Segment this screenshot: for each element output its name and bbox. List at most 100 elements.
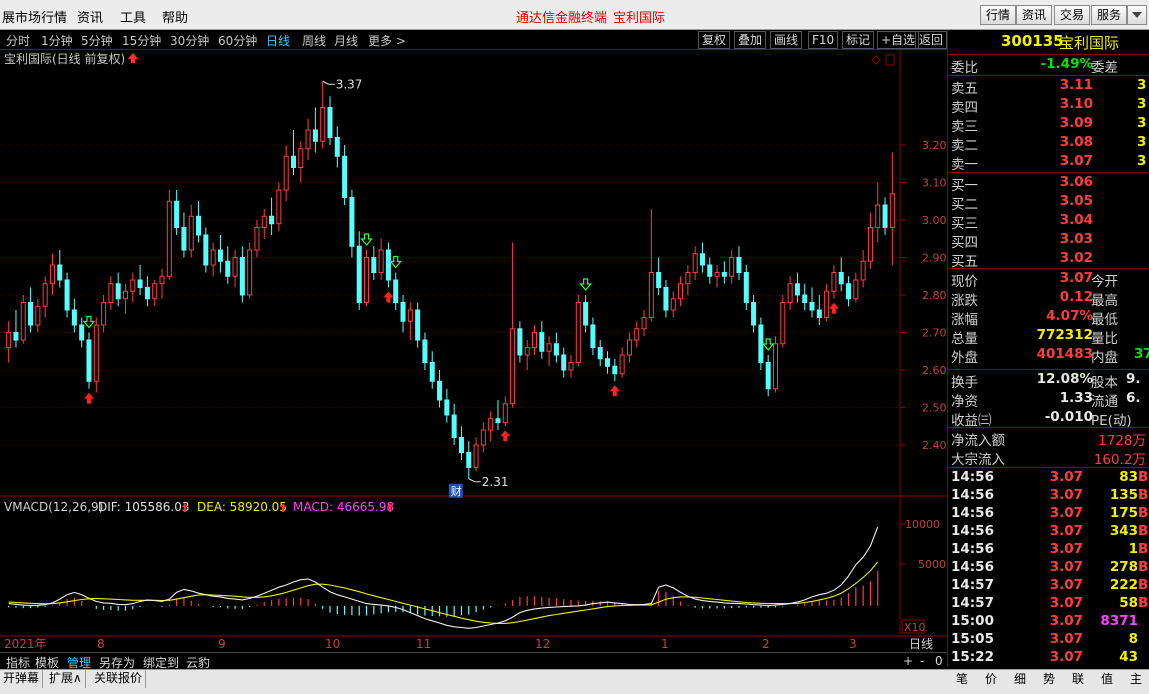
zoom-reset-button[interactable]: 0 [935, 654, 943, 668]
stat2-label-2: 流通 [1091, 394, 1118, 410]
expand-button[interactable]: 扩展∧ [46, 670, 86, 688]
quote-tab[interactable]: 细 [1008, 670, 1032, 687]
menu-info[interactable]: 资讯 [77, 7, 103, 26]
period-30min[interactable]: 30分钟 [170, 32, 209, 49]
stat-label-2: 内盘 [1091, 350, 1118, 366]
draw-button[interactable]: 画线 [770, 31, 803, 49]
date-label-year: 2021年 [4, 637, 47, 651]
bid-label: 买一 [951, 178, 978, 194]
date-label-sep: 9 [218, 637, 226, 651]
stat-row: 涨幅 4.07% 最低 [948, 308, 1149, 328]
menu-help[interactable]: 帮助 [162, 7, 188, 26]
period-60min[interactable]: 60分钟 [218, 32, 257, 49]
danmaku-button[interactable]: 开弹幕 [0, 670, 44, 688]
quote-tabs: 笔价细势联值主 [947, 670, 1149, 688]
bid-row[interactable]: 买三 3.04 [948, 212, 1149, 232]
macd-name: VMACD(12,26,9) [4, 500, 103, 514]
quote-tab[interactable]: 主 [1124, 670, 1148, 687]
candle [247, 242, 253, 299]
macd-tick-5000: 5000 [918, 558, 946, 571]
menubar: 展市场行情 资讯 工具 帮助 通达信金融终端 宝利国际 行情 资讯 交易 服务 [0, 0, 1149, 30]
ask-row[interactable]: 卖一 3.07 3 [948, 153, 1149, 173]
tick-price: 3.07 [1049, 523, 1083, 539]
ask-label: 卖五 [951, 81, 978, 97]
candle [575, 295, 581, 367]
high-label: 3.37 [336, 77, 363, 91]
zoom-out-button[interactable]: - [920, 654, 924, 668]
adjust-button[interactable]: 复权 [698, 31, 731, 49]
ask-label: 卖三 [951, 119, 978, 135]
quote-tab[interactable]: 价 [979, 670, 1003, 687]
stat-value: 4.07% [1046, 308, 1093, 324]
stat-label: 现价 [951, 274, 978, 290]
back-button[interactable]: 返回 [915, 31, 947, 49]
tick-side: B [1138, 541, 1149, 557]
quote-button[interactable]: 行情 [980, 5, 1017, 25]
overlay-button[interactable]: 叠加 [734, 31, 767, 49]
quote-tab[interactable]: 值 [1095, 670, 1119, 687]
quote-tab[interactable]: 联 [1066, 670, 1090, 687]
period-daily[interactable]: 日线 [266, 32, 290, 49]
date-label-mar: 3 [849, 637, 857, 651]
candle [20, 295, 26, 344]
macd-tick-10000: 10000 [905, 518, 940, 531]
period-tick[interactable]: 分时 [6, 32, 30, 49]
stat-row: 总量 772312 量比 [948, 327, 1149, 347]
ask-row[interactable]: 卖三 3.09 3 [948, 115, 1149, 135]
bid-label: 买二 [951, 197, 978, 213]
stat-label-2: 最高 [1091, 293, 1118, 309]
period-monthly[interactable]: 月线 [334, 32, 358, 49]
bid-row[interactable]: 买一 3.06 [948, 174, 1149, 194]
window-menu-icon[interactable] [1127, 5, 1147, 25]
tick-volume: 278 [1109, 559, 1138, 575]
bid-price: 3.05 [1059, 193, 1093, 209]
ask-price: 3.07 [1059, 153, 1093, 169]
quote-tab[interactable]: 笔 [950, 670, 974, 687]
bid-label: 买四 [951, 235, 978, 251]
wb-label: 委比 [951, 60, 978, 76]
tick-row: 15:05 3.07 8 [948, 631, 1149, 649]
bid-row[interactable]: 买五 3.02 [948, 250, 1149, 270]
stock-link[interactable]: 宝利国际 [613, 7, 665, 26]
related-quote-button[interactable]: 关联报价 [91, 670, 147, 688]
add-watchlist-button[interactable]: +自选 [877, 31, 920, 49]
ask-row[interactable]: 卖五 3.11 3 [948, 77, 1149, 97]
date-label-dec: 12 [535, 637, 550, 651]
stat-label: 涨跌 [951, 293, 978, 309]
stock-chart[interactable]: 3.20 3.10 3.00 2.90 2.80 2.70 2.60 2.50 2.40 宝利国… [0, 50, 947, 652]
ask-label: 卖四 [951, 100, 978, 116]
f10-button[interactable]: F10 [808, 31, 839, 49]
ask-price: 3.11 [1059, 77, 1093, 93]
bid-row[interactable]: 买四 3.03 [948, 231, 1149, 251]
ask-row[interactable]: 卖二 3.08 3 [948, 134, 1149, 154]
bid-price: 3.04 [1059, 212, 1093, 228]
quote-header: 300135 宝利国际 [948, 31, 1149, 53]
period-1min[interactable]: 1分钟 [41, 32, 73, 49]
trade-button[interactable]: 交易 [1054, 5, 1091, 25]
period-more[interactable]: 更多 > [368, 32, 406, 49]
mark-button[interactable]: 标记 [842, 31, 875, 49]
ask-row[interactable]: 卖四 3.10 3 [948, 96, 1149, 116]
candle [780, 295, 786, 348]
tick-row: 14:56 3.07 83 B [948, 469, 1149, 487]
quote-tab[interactable]: 势 [1037, 670, 1061, 687]
tick-row: 14:56 3.07 175 B [948, 505, 1149, 523]
info-button[interactable]: 资讯 [1016, 5, 1053, 25]
terminal-link[interactable]: 通达信金融终端 [516, 7, 607, 26]
tick-row: 14:56 3.07 1 B [948, 541, 1149, 559]
bid-row[interactable]: 买二 3.05 [948, 193, 1149, 213]
period-weekly[interactable]: 周线 [302, 32, 326, 49]
period-15min[interactable]: 15分钟 [122, 32, 161, 49]
stat-row: 现价 3.07 今开 [948, 270, 1149, 290]
menu-market[interactable]: 展市场行情 [2, 7, 67, 26]
quote-panel: 300135 宝利国际 委比 -1.49% 委差 卖五 3.11 3 卖四 3.… [947, 30, 1149, 666]
menu-tools[interactable]: 工具 [120, 7, 146, 26]
chart-title: 宝利国际(日线 前复权) [4, 51, 125, 66]
macd-scale-note: X10 [904, 621, 926, 634]
stat-value-2: 370 [1134, 346, 1149, 362]
service-button[interactable]: 服务 [1091, 5, 1128, 25]
stat-value: 0.12 [1059, 289, 1093, 305]
zoom-in-button[interactable]: + [903, 654, 913, 668]
period-5min[interactable]: 5分钟 [81, 32, 113, 49]
tick-row: 14:56 3.07 278 B [948, 559, 1149, 577]
